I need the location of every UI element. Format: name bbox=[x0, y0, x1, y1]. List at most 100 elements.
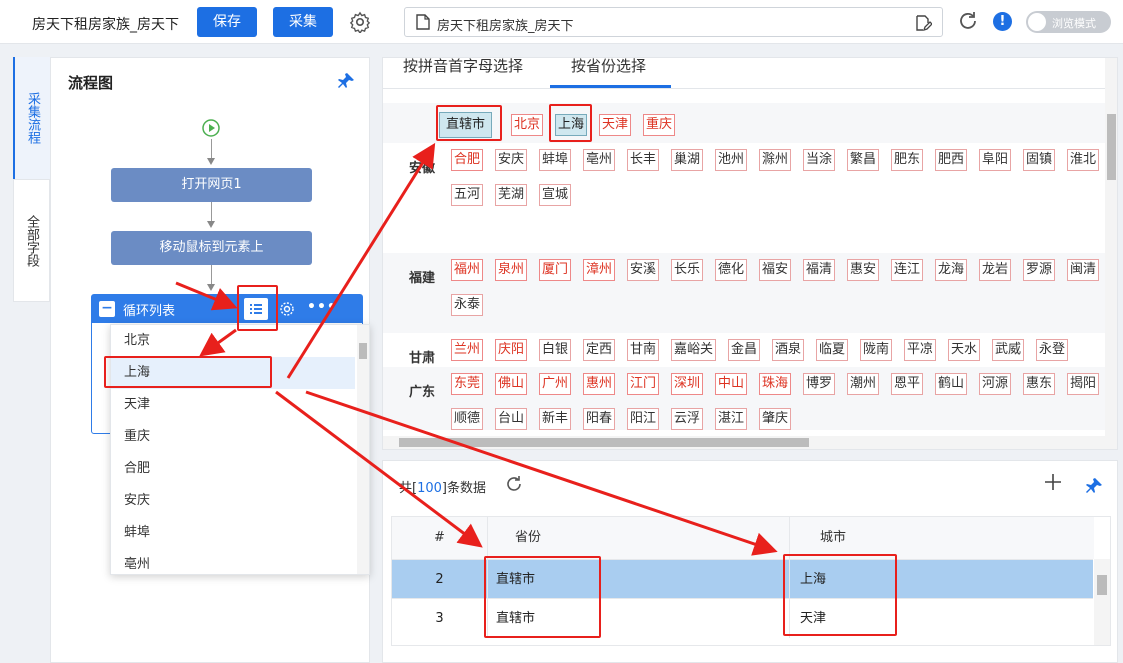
tab-collect-flow[interactable]: 采集流程 bbox=[13, 57, 50, 179]
dropdown-item[interactable]: 安庆 bbox=[111, 485, 355, 517]
city-chip[interactable]: 肥西 bbox=[935, 149, 968, 171]
url-bar[interactable]: 房天下租房家族_房天下 bbox=[404, 7, 943, 37]
pin-icon[interactable] bbox=[1085, 477, 1103, 495]
column-header-city[interactable]: 城市 bbox=[790, 517, 1094, 559]
flow-node-mouse-move[interactable]: 移动鼠标到元素上 bbox=[111, 231, 312, 265]
city-chip[interactable]: 合肥 bbox=[451, 149, 484, 171]
city-chip[interactable]: 潮州 bbox=[847, 373, 880, 395]
city-chip[interactable]: 中山 bbox=[715, 373, 748, 395]
city-chip[interactable]: 江门 bbox=[627, 373, 660, 395]
city-chip[interactable]: 阳春 bbox=[583, 408, 616, 430]
city-chip[interactable]: 珠海 bbox=[759, 373, 792, 395]
dropdown-item[interactable]: 重庆 bbox=[111, 421, 355, 453]
city-chip[interactable]: 罗源 bbox=[1023, 259, 1056, 281]
city-chip[interactable]: 新丰 bbox=[539, 408, 572, 430]
refresh-icon[interactable] bbox=[957, 10, 979, 32]
loop-settings-icon[interactable] bbox=[278, 300, 296, 318]
city-chip[interactable]: 当涂 bbox=[803, 149, 836, 171]
city-chip[interactable]: 揭阳 bbox=[1067, 373, 1100, 395]
city-chip[interactable]: 永登 bbox=[1036, 339, 1069, 361]
city-chip[interactable]: 连江 bbox=[891, 259, 924, 281]
city-chip[interactable]: 嘉峪关 bbox=[671, 339, 717, 361]
scrollbar-thumb[interactable] bbox=[399, 438, 809, 447]
city-chip[interactable]: 酒泉 bbox=[772, 339, 805, 361]
city-chip[interactable]: 博罗 bbox=[803, 373, 836, 395]
city-chip[interactable]: 顺德 bbox=[451, 408, 484, 430]
city-chip[interactable]: 泉州 bbox=[495, 259, 528, 281]
flow-node-open-page[interactable]: 打开网页1 bbox=[111, 168, 312, 202]
city-chip[interactable]: 繁昌 bbox=[847, 149, 880, 171]
city-chip[interactable]: 长丰 bbox=[627, 149, 660, 171]
city-chip[interactable]: 武威 bbox=[992, 339, 1025, 361]
city-chip[interactable]: 芜湖 bbox=[495, 184, 528, 206]
city-chip[interactable]: 佛山 bbox=[495, 373, 528, 395]
city-chip[interactable]: 池州 bbox=[715, 149, 748, 171]
dropdown-item[interactable]: 北京 bbox=[111, 325, 355, 357]
horizontal-scrollbar[interactable] bbox=[383, 436, 1105, 449]
city-chip[interactable]: 陇南 bbox=[860, 339, 893, 361]
city-chip[interactable]: 兰州 bbox=[451, 339, 484, 361]
dropdown-item[interactable]: 天津 bbox=[111, 389, 355, 421]
city-chip[interactable]: 恩平 bbox=[891, 373, 924, 395]
city-chip[interactable]: 惠安 bbox=[847, 259, 880, 281]
dropdown-scrollbar[interactable] bbox=[357, 325, 369, 574]
more-icon[interactable]: ••• bbox=[307, 299, 337, 315]
settings-gear-icon[interactable] bbox=[349, 11, 371, 33]
table-scrollbar[interactable] bbox=[1094, 559, 1110, 645]
collapse-icon[interactable]: − bbox=[99, 301, 115, 317]
city-chip[interactable]: 福州 bbox=[451, 259, 484, 281]
city-chip[interactable]: 重庆 bbox=[643, 114, 676, 136]
dropdown-item[interactable]: 亳州 bbox=[111, 549, 355, 574]
city-chip[interactable]: 庆阳 bbox=[495, 339, 528, 361]
city-chip[interactable]: 肥东 bbox=[891, 149, 924, 171]
city-chip[interactable]: 鹤山 bbox=[935, 373, 968, 395]
city-chip[interactable]: 阜阳 bbox=[979, 149, 1012, 171]
city-chip[interactable]: 金昌 bbox=[728, 339, 761, 361]
city-chip[interactable]: 永泰 bbox=[451, 294, 484, 316]
city-chip[interactable]: 龙海 bbox=[935, 259, 968, 281]
city-chip[interactable]: 临夏 bbox=[816, 339, 849, 361]
city-chip[interactable]: 白银 bbox=[539, 339, 572, 361]
save-button[interactable]: 保存 bbox=[197, 7, 257, 37]
city-chip[interactable]: 淮北 bbox=[1067, 149, 1100, 171]
city-chip[interactable]: 五河 bbox=[451, 184, 484, 206]
city-chip[interactable]: 滁州 bbox=[759, 149, 792, 171]
city-chip[interactable]: 平凉 bbox=[904, 339, 937, 361]
city-chip[interactable]: 长乐 bbox=[671, 259, 704, 281]
city-chip[interactable]: 东莞 bbox=[451, 373, 484, 395]
city-chip[interactable]: 固镇 bbox=[1023, 149, 1056, 171]
city-chip[interactable]: 河源 bbox=[979, 373, 1012, 395]
scrollbar-thumb[interactable] bbox=[359, 343, 367, 359]
city-chip[interactable]: 天津 bbox=[599, 114, 632, 136]
column-header-province[interactable]: 省份 bbox=[488, 517, 790, 559]
city-chip[interactable]: 广州 bbox=[539, 373, 572, 395]
city-chip[interactable]: 蚌埠 bbox=[539, 149, 572, 171]
city-chip[interactable]: 定西 bbox=[583, 339, 616, 361]
city-chip[interactable]: 肇庆 bbox=[759, 408, 792, 430]
city-chip[interactable]: 惠州 bbox=[583, 373, 616, 395]
browse-mode-toggle[interactable]: 浏览模式 bbox=[1026, 11, 1111, 33]
tab-pinyin[interactable]: 按拼音首字母选择 bbox=[403, 58, 523, 92]
city-chip[interactable]: 福清 bbox=[803, 259, 836, 281]
city-chip[interactable]: 德化 bbox=[715, 259, 748, 281]
city-chip[interactable]: 宣城 bbox=[539, 184, 572, 206]
info-icon[interactable]: ! bbox=[993, 12, 1012, 31]
collect-button[interactable]: 采集 bbox=[273, 7, 333, 37]
refresh-data-icon[interactable] bbox=[505, 475, 523, 493]
city-chip[interactable]: 亳州 bbox=[583, 149, 616, 171]
city-chip[interactable]: 湛江 bbox=[715, 408, 748, 430]
city-chip[interactable]: 安溪 bbox=[627, 259, 660, 281]
dropdown-item[interactable]: 蚌埠 bbox=[111, 517, 355, 549]
dropdown-item[interactable]: 合肥 bbox=[111, 453, 355, 485]
city-chip[interactable]: 阳江 bbox=[627, 408, 660, 430]
edit-url-icon[interactable] bbox=[914, 14, 932, 32]
scrollbar-thumb[interactable] bbox=[1097, 575, 1107, 595]
scrollbar-thumb[interactable] bbox=[1107, 114, 1116, 180]
city-chip[interactable]: 巢湖 bbox=[671, 149, 704, 171]
city-chip[interactable]: 天水 bbox=[948, 339, 981, 361]
city-chip[interactable]: 漳州 bbox=[583, 259, 616, 281]
city-chip[interactable]: 龙岩 bbox=[979, 259, 1012, 281]
city-chip[interactable]: 闽清 bbox=[1067, 259, 1100, 281]
city-chip[interactable]: 惠东 bbox=[1023, 373, 1056, 395]
tab-all-fields[interactable]: 全部字段 bbox=[13, 179, 50, 302]
